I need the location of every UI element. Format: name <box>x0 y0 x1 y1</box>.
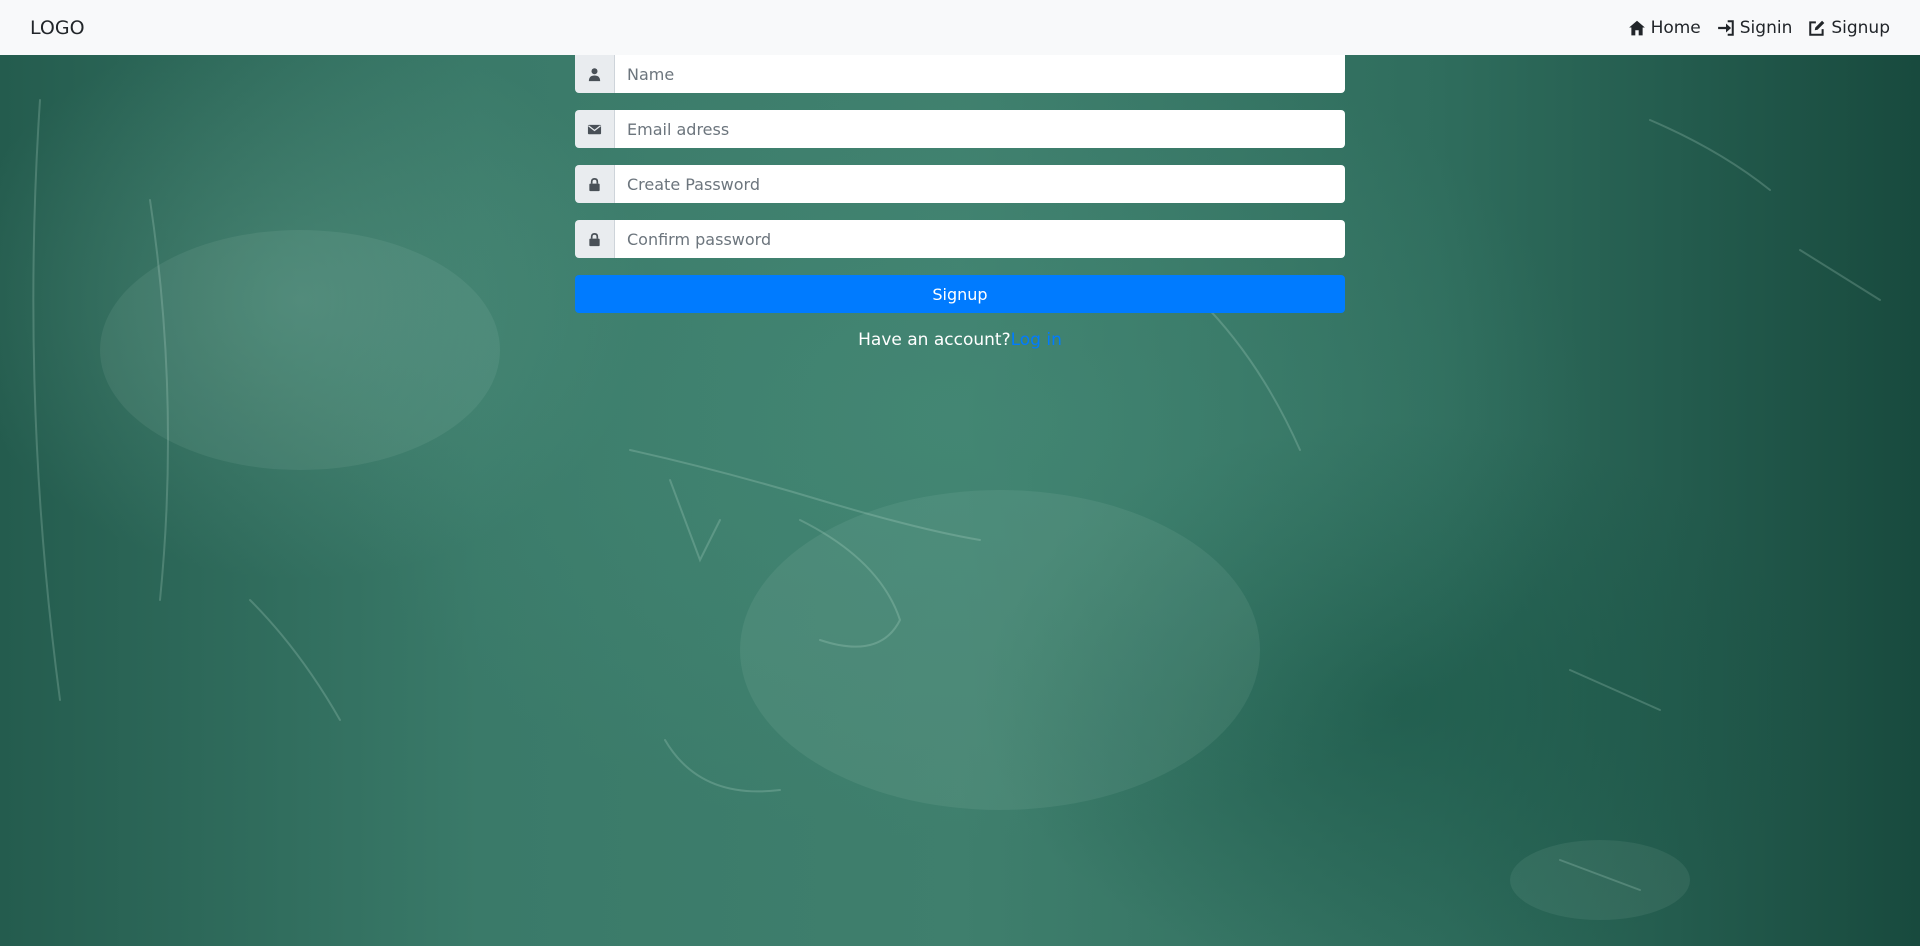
nav-signup-link[interactable]: Signup <box>1808 18 1890 38</box>
create-password-input[interactable] <box>615 165 1345 203</box>
nav-home-label: Home <box>1650 17 1701 38</box>
create-password-input-group <box>575 165 1345 203</box>
signup-form: Signup Have an account?Log in <box>575 55 1345 350</box>
confirm-password-addon <box>575 220 615 258</box>
nav-signup-label: Signup <box>1831 17 1890 38</box>
email-addon <box>575 110 615 148</box>
nav-signin-label: Signin <box>1739 17 1793 38</box>
create-password-addon <box>575 165 615 203</box>
nav-links: Home Signin Signup <box>1628 18 1890 38</box>
account-prompt-text: Have an account? <box>858 330 1011 350</box>
navbar: LOGO Home Signin Signup <box>0 0 1920 55</box>
confirm-password-input[interactable] <box>615 220 1345 258</box>
name-addon <box>575 55 615 93</box>
logo[interactable]: LOGO <box>30 17 85 39</box>
user-icon <box>588 67 601 81</box>
account-prompt: Have an account?Log in <box>575 330 1345 350</box>
nav-signin-link[interactable]: Signin <box>1717 17 1793 38</box>
edit-icon <box>1809 20 1825 36</box>
login-link[interactable]: Log in <box>1011 330 1062 350</box>
email-input[interactable] <box>615 110 1345 148</box>
signup-button[interactable]: Signup <box>575 275 1345 313</box>
name-input-group <box>575 55 1345 93</box>
envelope-icon <box>587 124 602 134</box>
email-input-group <box>575 110 1345 148</box>
confirm-password-input-group <box>575 220 1345 258</box>
sign-in-icon <box>1717 19 1734 36</box>
home-icon <box>1628 20 1645 35</box>
name-input[interactable] <box>615 55 1345 93</box>
lock-icon <box>589 177 600 191</box>
nav-home-link[interactable]: Home <box>1628 18 1701 38</box>
lock-icon <box>589 232 600 246</box>
